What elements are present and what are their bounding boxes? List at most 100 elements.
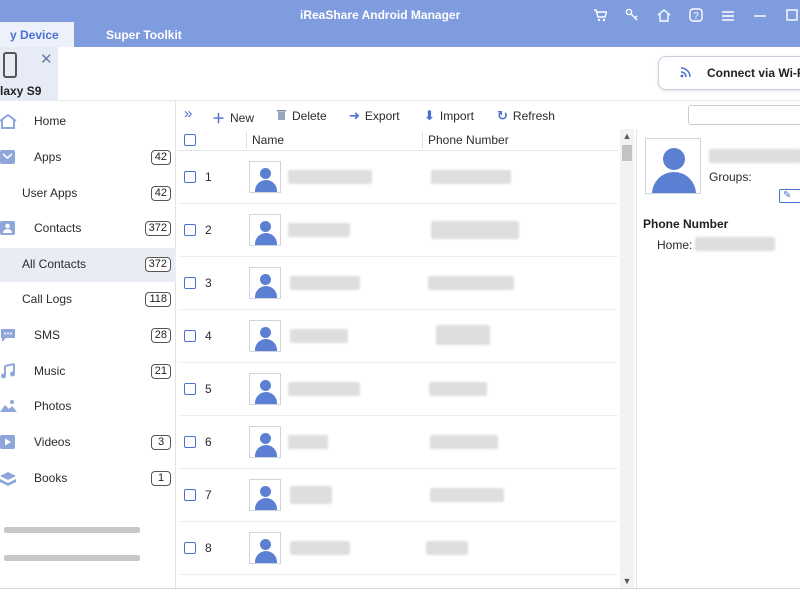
export-button[interactable]: ➜ Export xyxy=(349,108,400,124)
row-number: 2 xyxy=(205,223,212,237)
sidebar-item-label: Call Logs xyxy=(22,292,73,306)
new-label: New xyxy=(230,110,255,125)
key-icon[interactable] xyxy=(624,8,640,25)
row-number: 7 xyxy=(205,488,212,502)
table-row[interactable]: 2 xyxy=(178,204,618,257)
table-row[interactable] xyxy=(178,575,618,588)
row-checkbox[interactable] xyxy=(184,436,196,448)
contact-avatar-large xyxy=(645,138,701,194)
sidebar-item-home[interactable]: Home xyxy=(0,105,176,139)
sidebar-item-label: User Apps xyxy=(22,186,78,200)
row-checkbox[interactable] xyxy=(184,383,196,395)
contact-details-panel: Groups: ✎ Phone Number Home: xyxy=(636,129,800,588)
select-all-checkbox[interactable] xyxy=(184,134,196,146)
home-icon[interactable] xyxy=(656,8,672,25)
apps-icon xyxy=(0,149,17,166)
sidebar-item-label: Books xyxy=(34,471,68,485)
row-checkbox[interactable] xyxy=(184,330,196,342)
row-checkbox[interactable] xyxy=(184,542,196,554)
phone-number-redacted xyxy=(436,325,490,345)
sidebar-item-photos[interactable]: Photos xyxy=(0,390,176,424)
sidebar-item-apps[interactable]: Apps 42 xyxy=(0,141,176,175)
refresh-label: Refresh xyxy=(512,109,555,123)
table-row[interactable]: 5 xyxy=(178,363,618,416)
device-tile[interactable]: ✕ laxy S9 xyxy=(0,47,58,101)
svg-text:?: ? xyxy=(693,11,699,22)
count-badge: 1 xyxy=(151,471,171,486)
minimize-icon[interactable] xyxy=(752,9,768,25)
row-checkbox[interactable] xyxy=(184,277,196,289)
scroll-up-icon[interactable]: ▲ xyxy=(620,131,634,141)
row-number: 4 xyxy=(205,329,212,343)
sidebar-item-music[interactable]: Music 21 xyxy=(0,355,176,389)
contact-avatar xyxy=(249,479,281,511)
storage-bar xyxy=(4,527,140,533)
row-number: 5 xyxy=(205,382,212,396)
contact-name-redacted xyxy=(290,276,360,290)
maximize-icon[interactable] xyxy=(784,8,800,25)
contact-name-redacted xyxy=(288,435,328,449)
contact-name-redacted xyxy=(288,382,360,396)
phone-number-redacted xyxy=(431,221,519,239)
sidebar-item-contacts[interactable]: Contacts 372 xyxy=(0,212,176,246)
phone-number-redacted xyxy=(430,488,504,502)
tab-my-device[interactable]: y Device xyxy=(0,22,74,47)
delete-button[interactable]: Delete xyxy=(276,108,327,123)
cart-icon[interactable] xyxy=(592,8,608,25)
column-header-name[interactable]: Name xyxy=(252,133,284,147)
search-input[interactable] xyxy=(688,105,800,125)
new-button[interactable]: ＋ New xyxy=(212,108,254,127)
row-checkbox[interactable] xyxy=(184,489,196,501)
sidebar-item-all-contacts[interactable]: All Contacts 372 xyxy=(0,248,176,282)
table-row[interactable]: 4 xyxy=(178,310,618,363)
home-label: Home: xyxy=(657,238,693,252)
sidebar-item-videos[interactable]: Videos 3 xyxy=(0,426,176,460)
refresh-button[interactable]: ↻ Refresh xyxy=(497,108,555,124)
import-label: Import xyxy=(439,109,474,123)
close-icon[interactable]: ✕ xyxy=(40,50,53,68)
sidebar: Home Apps 42 User Apps 42 Contacts 372 A… xyxy=(0,101,176,588)
tab-super-toolkit[interactable]: Super Toolkit xyxy=(106,28,182,42)
wifi-icon xyxy=(679,65,693,82)
groups-label: Groups: xyxy=(709,170,752,184)
sidebar-item-books[interactable]: Books 1 xyxy=(0,462,176,496)
books-icon xyxy=(0,470,17,487)
import-button[interactable]: ⬇ Import xyxy=(424,108,474,124)
music-icon xyxy=(0,363,17,380)
table-row[interactable]: 7 xyxy=(178,469,618,522)
sidebar-item-label: Music xyxy=(34,364,66,378)
sidebar-item-label: SMS xyxy=(34,328,61,342)
table-row[interactable]: 6 xyxy=(178,416,618,469)
sidebar-item-label: Apps xyxy=(34,150,62,164)
connect-wifi-button[interactable]: Connect via Wi-F xyxy=(658,56,800,90)
column-divider xyxy=(422,132,423,148)
sidebar-item-sms[interactable]: SMS 28 xyxy=(0,319,176,353)
sidebar-item-label: Photos xyxy=(34,399,72,413)
scrollbar-thumb[interactable] xyxy=(622,145,632,161)
row-checkbox[interactable] xyxy=(184,224,196,236)
count-badge: 372 xyxy=(144,221,171,236)
column-header-phone[interactable]: Phone Number xyxy=(428,133,509,147)
edit-button[interactable]: ✎ xyxy=(779,189,800,203)
table-row[interactable]: 3 xyxy=(178,257,618,310)
sidebar-item-call-logs[interactable]: Call Logs 118 xyxy=(0,283,176,317)
help-icon[interactable]: ? xyxy=(688,8,704,25)
row-checkbox[interactable] xyxy=(184,171,196,183)
table-row[interactable]: 8 xyxy=(178,522,618,575)
title-bar: y Device Super Toolkit iReaShare Android… xyxy=(0,0,800,47)
table-scrollbar[interactable] xyxy=(620,129,634,588)
contact-name-redacted xyxy=(290,541,350,555)
menu-icon[interactable] xyxy=(720,9,736,25)
phone-number-redacted xyxy=(431,170,511,184)
scroll-down-icon[interactable]: ▼ xyxy=(620,576,634,586)
contact-name-redacted xyxy=(709,149,800,163)
table-row[interactable]: 1 xyxy=(178,151,618,204)
phone-number-redacted xyxy=(428,276,514,290)
sidebar-item-user-apps[interactable]: User Apps 42 xyxy=(0,177,176,211)
expand-icon[interactable]: » xyxy=(184,105,192,122)
count-badge: 42 xyxy=(150,150,171,165)
window-bottom-edge xyxy=(0,588,800,600)
sidebar-item-label: Videos xyxy=(34,435,71,449)
import-arrow-icon: ⬇ xyxy=(424,108,435,123)
contact-name-redacted xyxy=(290,486,332,504)
